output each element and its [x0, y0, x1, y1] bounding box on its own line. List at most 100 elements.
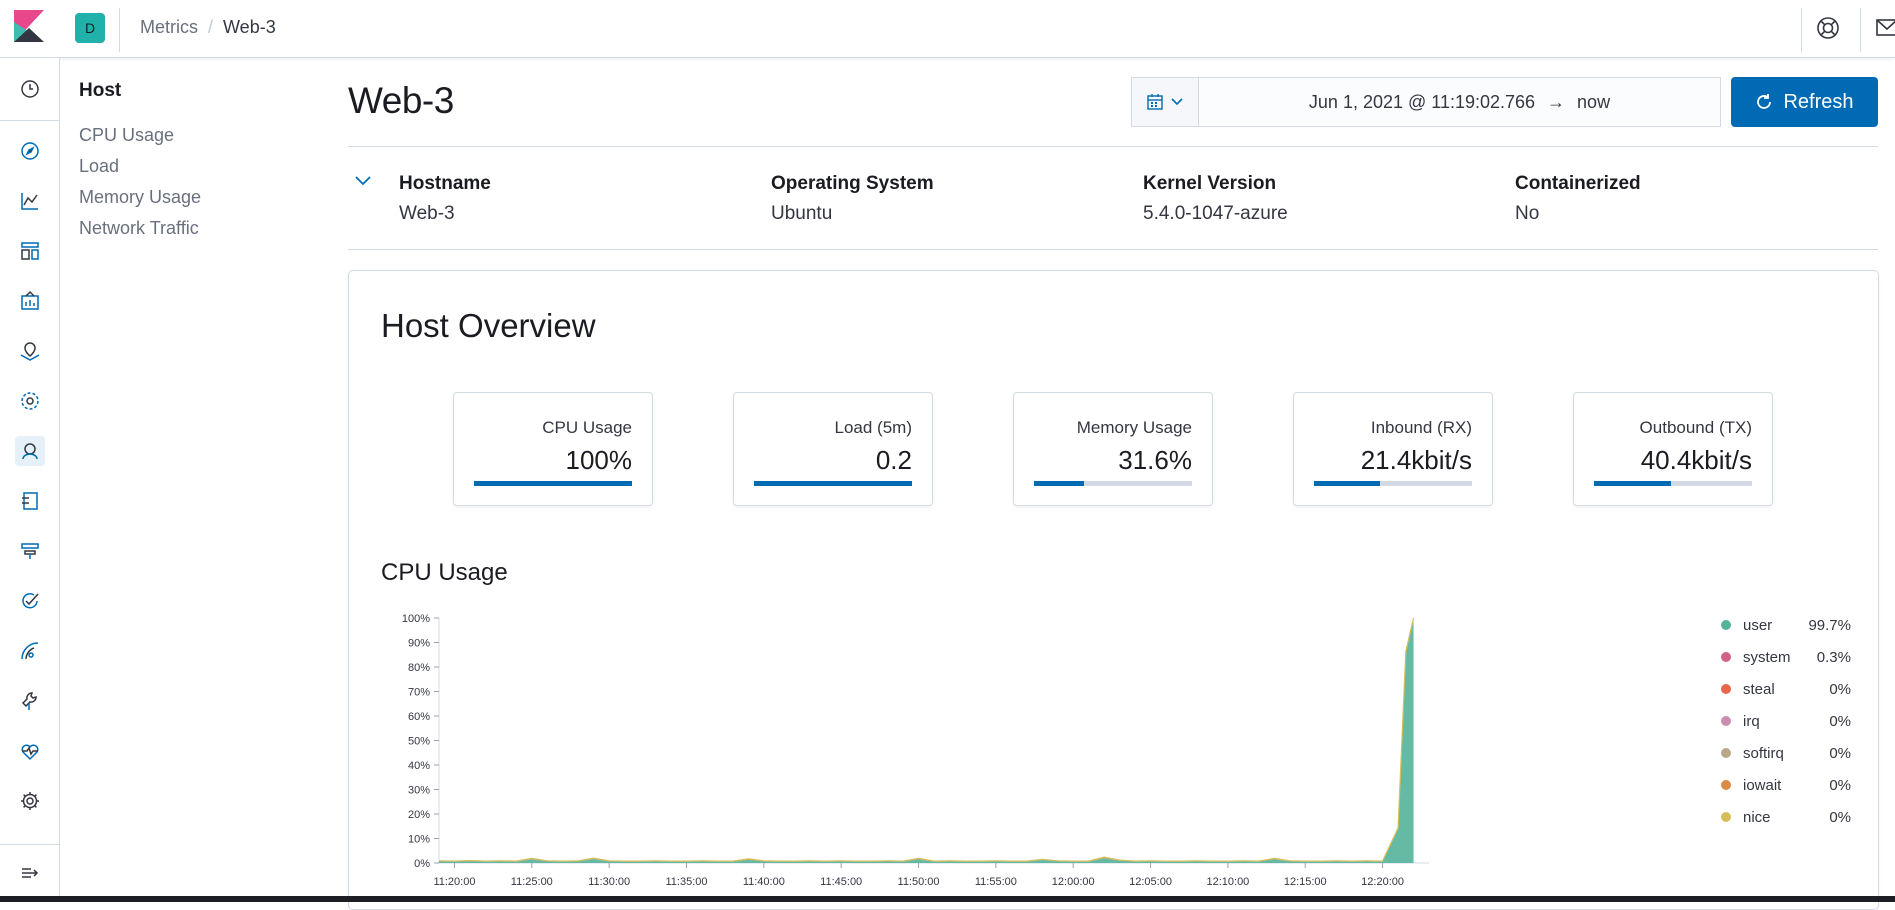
legend-value: 0% — [1829, 712, 1851, 730]
field-label: Kernel Version — [1143, 173, 1277, 194]
y-tick-label: 90% — [408, 638, 430, 650]
legend-item-user[interactable]: user 99.7% — [1721, 609, 1851, 641]
legend-item-iowait[interactable]: iowait 0% — [1721, 769, 1851, 801]
dock-navigation-icon[interactable] — [15, 858, 45, 888]
field-value: Ubuntu — [771, 203, 833, 224]
logs-icon[interactable] — [15, 486, 45, 516]
legend-label: system — [1743, 648, 1791, 666]
arrow-right-icon: → — [1547, 91, 1566, 112]
dev-tools-icon[interactable] — [15, 686, 45, 716]
nav-rail — [0, 58, 60, 902]
date-picker: Jun 1, 2021 @ 11:19:02.766 → now — [1131, 77, 1721, 127]
x-tick-label: 12:10:00 — [1206, 876, 1249, 888]
legend-item-system[interactable]: system 0.3% — [1721, 641, 1851, 673]
legend-swatch — [1721, 652, 1731, 662]
side-nav-memory-usage[interactable]: Memory Usage — [79, 182, 309, 213]
legend-label: irq — [1743, 712, 1760, 730]
refresh-icon — [1757, 94, 1772, 109]
kpi-value: 31.6% — [1118, 445, 1192, 475]
kibana-logo-icon[interactable] — [14, 10, 44, 42]
x-tick-label: 11:30:00 — [588, 876, 630, 888]
chart-legend: user 99.7% system 0.3% steal 0% irq 0% softirq 0%… — [1721, 609, 1851, 833]
x-tick-label: 11:35:00 — [665, 876, 707, 888]
x-tick-label: 12:00:00 — [1052, 876, 1095, 888]
field-label: Hostname — [399, 173, 491, 194]
legend-item-irq[interactable]: irq 0% — [1721, 705, 1851, 737]
top-header: D Metrics / Web-3 — [0, 0, 1895, 58]
visualize-icon[interactable] — [15, 186, 45, 216]
legend-swatch — [1721, 748, 1731, 758]
stack-monitoring-icon[interactable] — [15, 736, 45, 766]
dashboard-icon[interactable] — [15, 236, 45, 266]
space-avatar[interactable]: D — [75, 13, 105, 43]
containerized-field: Containerized No — [1515, 173, 1641, 225]
ml-icon[interactable] — [15, 386, 45, 416]
x-tick-label: 11:20:00 — [433, 876, 475, 888]
kpi-value: 40.4kbit/s — [1640, 445, 1752, 475]
header-divider — [119, 8, 120, 52]
side-nav-cpu-usage[interactable]: CPU Usage — [79, 120, 309, 151]
legend-item-steal[interactable]: steal 0% — [1721, 673, 1851, 705]
legend-value: 0% — [1829, 680, 1851, 698]
start-date[interactable]: Jun 1, 2021 @ 11:19:02.766 — [1309, 92, 1535, 113]
field-value: 5.4.0-1047-azure — [1143, 203, 1288, 224]
maps-icon[interactable] — [15, 336, 45, 366]
legend-value: 0% — [1829, 776, 1851, 794]
kpi-progress — [754, 481, 912, 486]
gear-icon[interactable] — [15, 786, 45, 816]
metrics-icon[interactable] — [15, 436, 45, 466]
kpi-value: 0.2 — [875, 445, 912, 475]
breadcrumb-separator: / — [208, 17, 214, 37]
x-tick-label: 11:40:00 — [743, 876, 785, 888]
newsfeed-icon[interactable] — [1876, 18, 1895, 38]
kpi-value: 100% — [565, 445, 633, 475]
legend-value: 0% — [1829, 744, 1851, 762]
breadcrumb: Metrics / Web-3 — [140, 17, 276, 38]
page-title: Web-3 — [348, 80, 454, 121]
apm-icon[interactable] — [15, 536, 45, 566]
header-divider — [1860, 8, 1861, 52]
kpi-load: Load (5m) 0.2 — [733, 392, 933, 506]
legend-item-softirq[interactable]: softirq 0% — [1721, 737, 1851, 769]
side-nav-network-traffic[interactable]: Network Traffic — [79, 213, 309, 244]
bottom-edge — [0, 896, 1895, 902]
field-label: Containerized — [1515, 173, 1641, 194]
legend-label: nice — [1743, 808, 1771, 826]
breadcrumb-metrics[interactable]: Metrics — [140, 17, 198, 38]
siem-icon[interactable] — [15, 636, 45, 666]
kpi-memory-usage: Memory Usage 31.6% — [1013, 392, 1213, 506]
header-divider — [1801, 8, 1802, 52]
chevron-down-icon[interactable] — [354, 175, 372, 187]
uptime-icon[interactable] — [15, 586, 45, 616]
host-metadata: Hostname Web-3 Operating System Ubuntu K… — [348, 146, 1878, 250]
canvas-icon[interactable] — [15, 286, 45, 316]
recently-viewed-icon[interactable] — [15, 74, 45, 104]
discover-icon[interactable] — [15, 136, 45, 166]
kpi-label: CPU Usage — [542, 418, 632, 437]
legend-value: 0.3% — [1816, 648, 1851, 666]
kpi-inbound: Inbound (RX) 21.4kbit/s — [1293, 392, 1493, 506]
x-tick-label: 11:45:00 — [820, 876, 862, 888]
os-field: Operating System Ubuntu — [771, 173, 934, 225]
refresh-button[interactable]: Refresh — [1731, 77, 1878, 127]
y-tick-label: 60% — [408, 711, 430, 723]
legend-swatch — [1721, 684, 1731, 694]
legend-label: steal — [1743, 680, 1775, 698]
y-tick-label: 10% — [408, 834, 430, 846]
end-date[interactable]: now — [1577, 92, 1610, 113]
quick-menu-button[interactable] — [1132, 78, 1199, 126]
help-icon[interactable] — [1816, 16, 1840, 40]
date-range: Jun 1, 2021 @ 11:19:02.766 → now — [1199, 78, 1720, 126]
kpi-value: 21.4kbit/s — [1360, 445, 1472, 475]
legend-item-nice[interactable]: nice 0% — [1721, 801, 1851, 833]
legend-value: 99.7% — [1808, 616, 1851, 634]
y-tick-label: 50% — [408, 736, 430, 748]
refresh-label: Refresh — [1783, 90, 1854, 113]
x-tick-label: 11:55:00 — [975, 876, 1017, 888]
x-tick-label: 11:50:00 — [898, 876, 940, 888]
series-system-area — [439, 618, 1414, 862]
side-nav-load[interactable]: Load — [79, 151, 309, 182]
y-tick-label: 70% — [408, 687, 430, 699]
breadcrumb-current: Web-3 — [223, 17, 276, 37]
x-tick-label: 11:25:00 — [511, 876, 553, 888]
